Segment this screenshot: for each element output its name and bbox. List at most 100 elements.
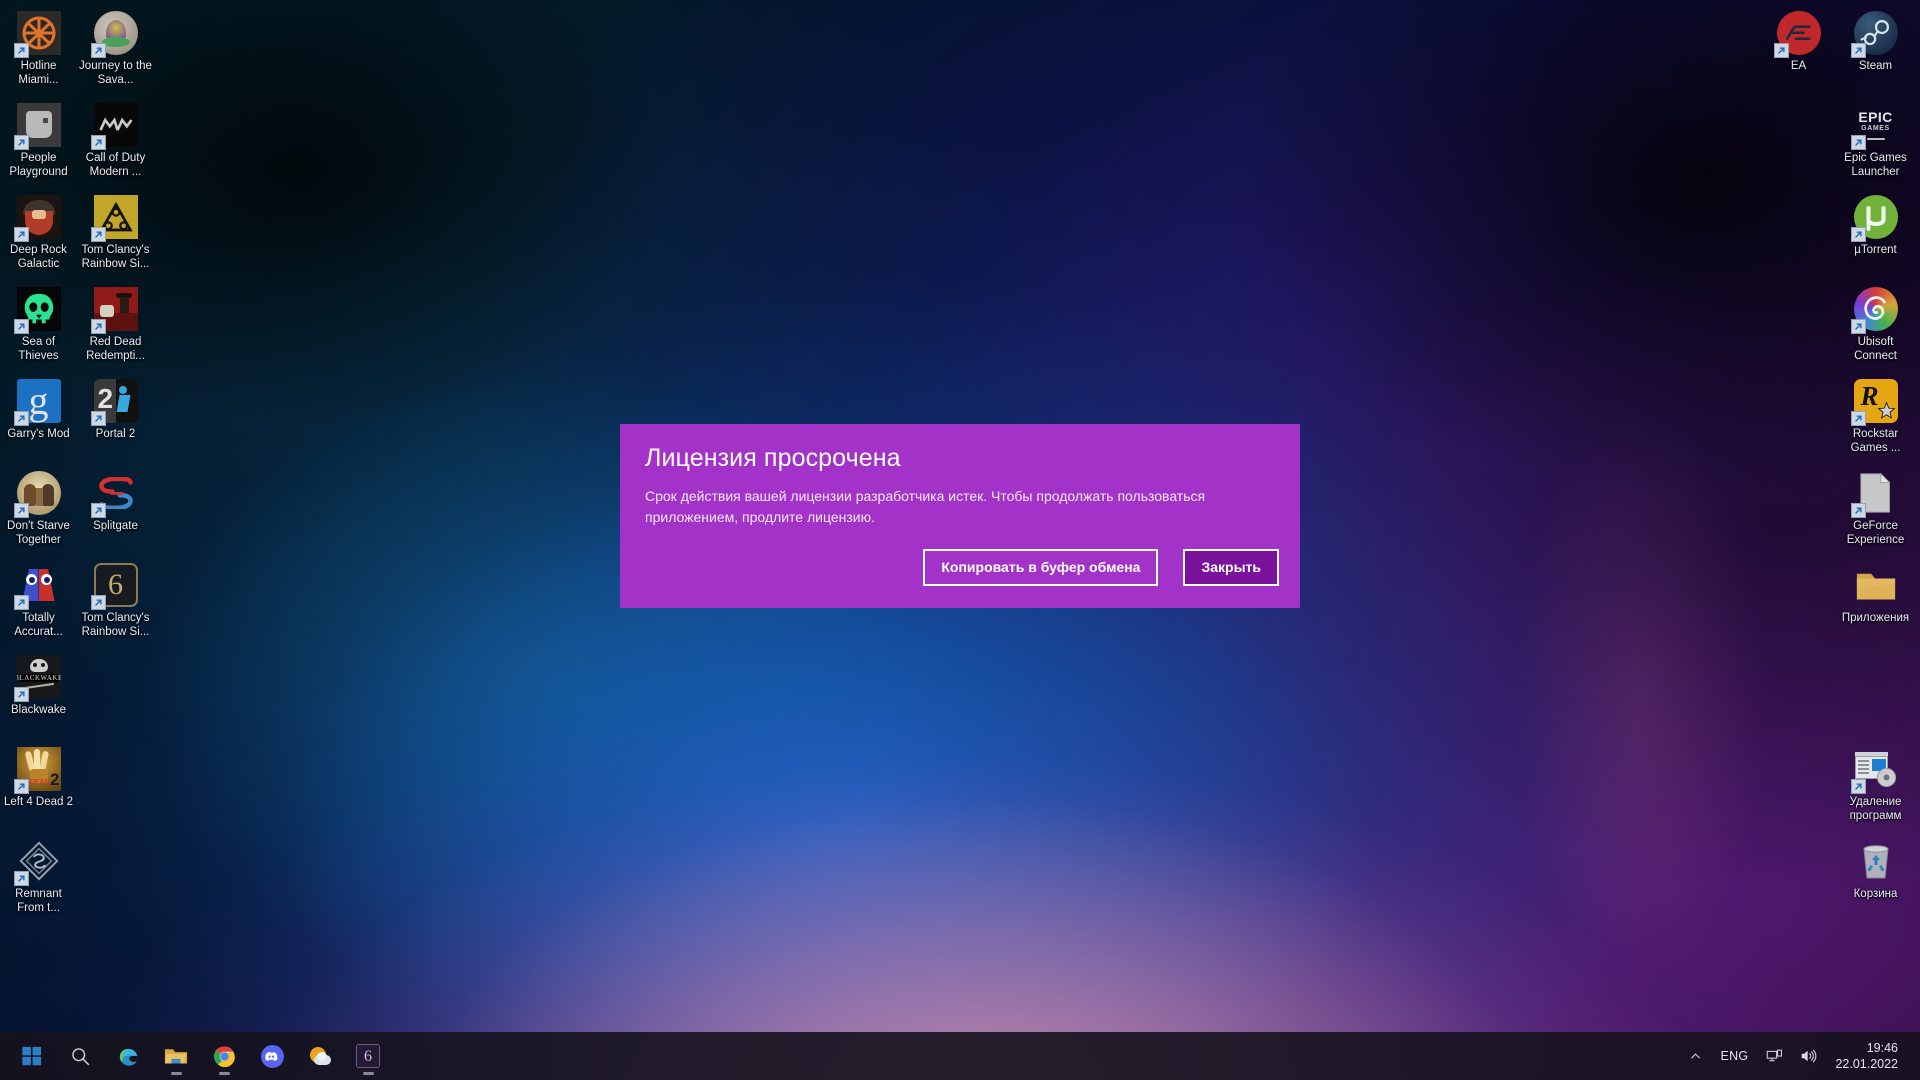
- desktop-icon-hotline-miami[interactable]: Hotline Miami...: [0, 4, 77, 96]
- desktop-icon-garrys-mod[interactable]: g Garry's Mod: [0, 372, 77, 464]
- desktop-icon-label: Tom Clancy's Rainbow Si...: [81, 244, 150, 270]
- desktop-icon-utorrent[interactable]: µTorrent: [1837, 188, 1914, 280]
- desktop-icon-remnant-from-the-ashes[interactable]: Remnant From t...: [0, 832, 77, 924]
- shortcut-overlay-icon: [1850, 503, 1866, 518]
- deep-rock-galactic-icon: [13, 193, 63, 242]
- red-dead-redemption-icon: [90, 285, 140, 334]
- desktop-icon-deep-rock-galactic[interactable]: Deep Rock Galactic: [0, 188, 77, 280]
- desktop-icon-journey-to-the-savage-planet[interactable]: Journey to the Sava...: [77, 4, 154, 96]
- desktop-icon-label: Rockstar Games ...: [1850, 428, 1901, 454]
- chrome-icon: [212, 1044, 236, 1068]
- shortcut-overlay-icon: [1773, 43, 1789, 58]
- desktop-icon-blackwake[interactable]: BLACKWAKE Blackwake: [0, 648, 77, 740]
- shortcut-overlay-icon: [13, 411, 29, 426]
- dialog-title: Лицензия просрочена: [645, 444, 901, 472]
- people-playground-icon: [13, 101, 63, 150]
- desktop-icon-recycle-bin[interactable]: Корзина: [1837, 832, 1914, 924]
- desktop-icon-left-4-dead-2[interactable]: 2 L4 DEAD Left 4 Dead 2: [0, 740, 77, 832]
- splitgate-icon: [90, 469, 140, 518]
- rockstar-games-launcher-icon: R: [1850, 377, 1900, 426]
- desktop-icon-tom-clancys-rainbow-six-extraction[interactable]: Tom Clancy's Rainbow Si...: [77, 188, 154, 280]
- tom-clancys-rainbow-six-extraction-icon: [90, 193, 140, 242]
- left-4-dead-2-icon: 2 L4 DEAD: [13, 745, 63, 794]
- search-button[interactable]: [58, 1036, 102, 1076]
- dialog-button-row: Копировать в буфер обмена Закрыть: [923, 549, 1279, 586]
- dialog-message: Срок действия вашей лицензии разработчик…: [645, 488, 1206, 525]
- desktop-icon-red-dead-redemption[interactable]: Red Dead Redempti...: [77, 280, 154, 372]
- call-of-duty-modern-warfare-icon: [90, 101, 140, 150]
- steam-icon: [1850, 9, 1900, 58]
- desktop-icon-label: People Playground: [9, 152, 68, 178]
- totally-accurate-battle-simulator-icon: [13, 561, 63, 610]
- start-button[interactable]: [10, 1036, 54, 1076]
- search-icon: [68, 1044, 92, 1068]
- running-indicator: [362, 1072, 374, 1075]
- desktop-icon-people-playground[interactable]: People Playground: [0, 96, 77, 188]
- desktop-icon-uninstall-programs[interactable]: Удаление программ: [1837, 740, 1914, 832]
- desktop-icon-rockstar-games-launcher[interactable]: R Rockstar Games ...: [1837, 372, 1914, 464]
- shortcut-overlay-icon: [90, 43, 106, 58]
- uninstall-programs-icon: [1850, 745, 1900, 794]
- desktop-screen: Hotline Miami... Journey to the Sava... …: [0, 0, 1920, 1080]
- desktop-icon-sea-of-thieves[interactable]: Sea of Thieves: [0, 280, 77, 372]
- desktop-icon-label: GeForce Experience: [1846, 520, 1905, 546]
- chrome-button[interactable]: [202, 1036, 246, 1076]
- desktop-icon-steam[interactable]: Steam: [1837, 4, 1914, 96]
- desktop-icon-folder[interactable]: Приложения: [1837, 556, 1914, 648]
- shortcut-overlay-icon: [13, 595, 29, 610]
- desktop-icon-call-of-duty-modern-warfare[interactable]: Call of Duty Modern ...: [77, 96, 154, 188]
- geforce-experience-file-icon: [1850, 469, 1900, 518]
- desktop-icon-label: Hotline Miami...: [18, 60, 59, 86]
- tray-language-indicator[interactable]: ENG: [1710, 1032, 1758, 1080]
- desktop-icon-label: Don't Starve Together: [7, 520, 70, 546]
- tray-time: 19:46: [1866, 1041, 1898, 1055]
- weather-button[interactable]: [298, 1036, 342, 1076]
- desktop-icon-label: Deep Rock Galactic: [10, 244, 67, 270]
- desktop-icon-splitgate[interactable]: Splitgate: [77, 464, 154, 556]
- tray-volume-button[interactable]: [1791, 1032, 1825, 1080]
- shortcut-overlay-icon: [1850, 779, 1866, 794]
- shortcut-overlay-icon: [90, 227, 106, 242]
- rainbow-six-button[interactable]: 6: [346, 1036, 390, 1076]
- shortcut-overlay-icon: [1850, 43, 1866, 58]
- desktop-icons-right: EA Steam EPIC GAMES Epic Games Launcher …: [1760, 4, 1914, 924]
- tray-notification-button[interactable]: [1912, 1032, 1920, 1080]
- folder-icon: [1852, 561, 1900, 609]
- desktop-icon-label: Ubisoft Connect: [1854, 336, 1897, 362]
- journey-to-the-savage-planet-icon: [90, 9, 140, 58]
- desktop-icon-totally-accurate-battle-simulator[interactable]: Totally Accurat...: [0, 556, 77, 648]
- license-expired-dialog: Лицензия просрочена Срок действия вашей …: [620, 424, 1300, 608]
- taskbar-app-buttons: 6: [8, 1032, 392, 1080]
- speaker-icon: [1802, 1049, 1817, 1063]
- shortcut-overlay-icon: [13, 871, 29, 886]
- desktop-icon-label: µTorrent: [1854, 244, 1897, 256]
- desktop-icon-ubisoft-connect[interactable]: Ubisoft Connect: [1837, 280, 1914, 372]
- edge-button[interactable]: [106, 1036, 150, 1076]
- discord-button[interactable]: [250, 1036, 294, 1076]
- tray-network-button[interactable]: [1758, 1032, 1791, 1080]
- desktop-icon-epic-games-launcher[interactable]: EPIC GAMES Epic Games Launcher: [1837, 96, 1914, 188]
- desktop-icon-label: Remnant From t...: [15, 888, 62, 914]
- weather-sun-cloud-icon: [308, 1044, 332, 1068]
- ubisoft-connect-icon: [1850, 285, 1900, 334]
- desktop-icon-tom-clancys-rainbow-six-siege[interactable]: 6 Tom Clancy's Rainbow Si...: [77, 556, 154, 648]
- desktop-icon-geforce-experience-file[interactable]: GeForce Experience: [1837, 464, 1914, 556]
- copy-to-clipboard-button[interactable]: Копировать в буфер обмена: [923, 549, 1159, 586]
- shortcut-overlay-icon: [13, 227, 29, 242]
- close-button[interactable]: Закрыть: [1183, 549, 1279, 586]
- file-explorer-button[interactable]: [154, 1036, 198, 1076]
- tray-clock[interactable]: 19:46 22.01.2022: [1825, 1032, 1912, 1080]
- desktop-icon-label: Garry's Mod: [7, 428, 70, 440]
- sea-of-thieves-icon: [13, 285, 63, 334]
- tray-overflow-button[interactable]: [1681, 1032, 1710, 1080]
- desktop-icon-dont-starve-together[interactable]: Don't Starve Together: [0, 464, 77, 556]
- ea-app-icon: [1773, 9, 1823, 58]
- desktop-icon-ea-app[interactable]: EA: [1760, 4, 1837, 96]
- shortcut-overlay-icon: [1850, 411, 1866, 426]
- dont-starve-together-icon: [13, 469, 63, 518]
- desktop-icon-portal-2[interactable]: 2 Portal 2: [77, 372, 154, 464]
- running-indicator: [170, 1072, 182, 1075]
- desktop-icon-label: Portal 2: [95, 428, 136, 440]
- desktop-icon-label: Journey to the Sava...: [79, 60, 152, 86]
- desktop-icon-label: Call of Duty Modern ...: [85, 152, 146, 178]
